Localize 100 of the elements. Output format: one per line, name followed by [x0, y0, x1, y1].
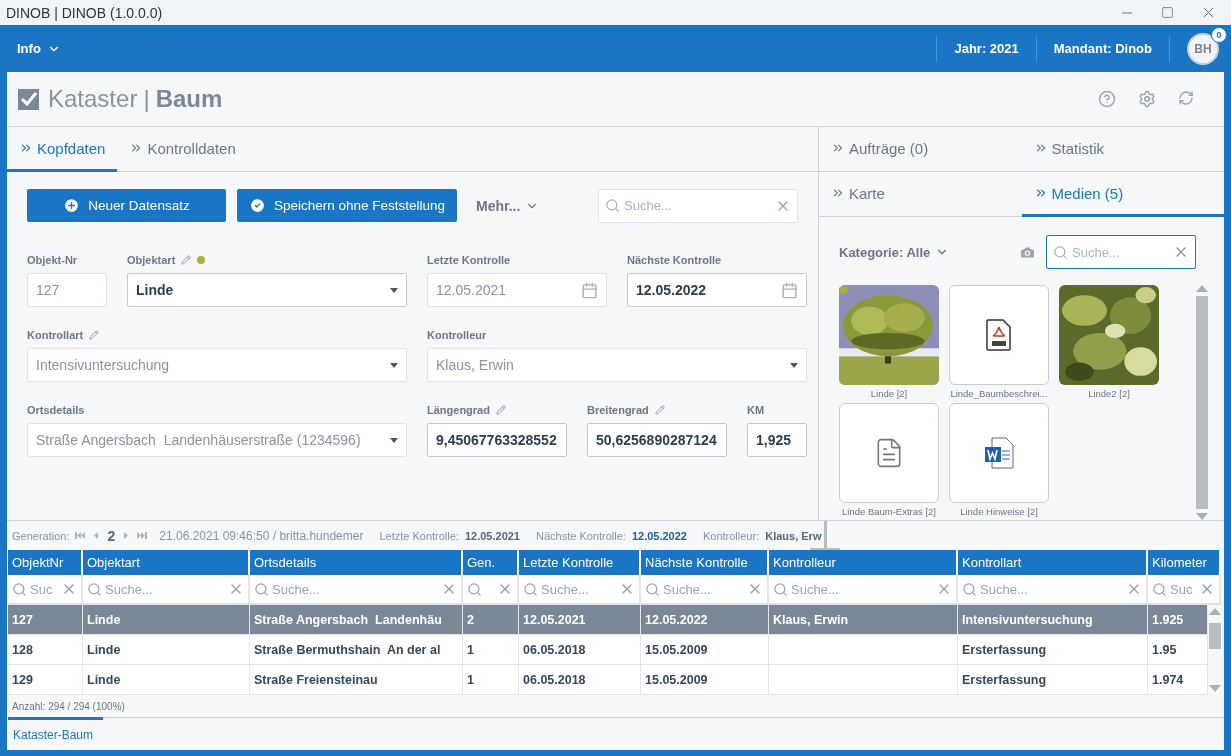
tab[interactable]: Medien (5): [1021, 172, 1224, 217]
table-cell: 06.05.2018: [519, 635, 641, 664]
table-cell: 1: [463, 665, 519, 694]
filter-field[interactable]: Suche...: [980, 578, 1123, 600]
media-search-field[interactable]: Suche...: [1046, 235, 1196, 269]
pencil-icon[interactable]: [495, 405, 506, 415]
media-tile[interactable]: [839, 403, 939, 503]
scroll-down-icon[interactable]: [1196, 513, 1208, 520]
filter-field[interactable]: Suche...: [105, 578, 225, 600]
info-menu[interactable]: Info: [17, 41, 61, 56]
filter-field[interactable]: Suche...: [519, 575, 641, 603]
search-icon: [254, 581, 269, 597]
checkbox-logo-icon: [17, 87, 40, 111]
search-icon: [87, 581, 102, 597]
filter-field[interactable]: Suc: [8, 575, 83, 603]
scrollbar-thumb[interactable]: [1196, 296, 1208, 509]
table-cell: 128: [8, 635, 83, 664]
filter-field[interactable]: Suche...: [272, 578, 438, 600]
table-cell: Intensivuntersuchung: [958, 605, 1148, 634]
search-field[interactable]: Suche...: [624, 193, 771, 218]
column-header[interactable]: Kilometer: [1148, 550, 1221, 575]
pencil-icon[interactable]: [181, 255, 192, 265]
info-label: Kontrolleur:: [702, 529, 760, 542]
filter-field[interactable]: Suche...: [541, 578, 616, 600]
filter-field[interactable]: Suche...: [641, 575, 769, 603]
media-label: Linde Baum-Extras [2]: [842, 506, 936, 517]
column-header[interactable]: Kontrolleur: [769, 550, 958, 575]
field-label: Kontrolleur: [427, 329, 487, 341]
bottom-tab[interactable]: Kataster-Baum: [8, 717, 103, 749]
tenant-label[interactable]: Mandant: Dinob: [1035, 35, 1169, 62]
tab[interactable]: Karte: [819, 172, 1022, 217]
scrollbar-thumb[interactable]: [1208, 623, 1221, 649]
table-cell: Straße Freiensteinau: [250, 665, 463, 694]
media-label: Linde_Baumbeschrei...: [950, 388, 1048, 399]
chevrons-right-icon: [831, 141, 845, 155]
tab[interactable]: Aufträge (0): [819, 127, 1022, 172]
maximize-icon[interactable]: [1161, 6, 1174, 19]
column-header[interactable]: Nächste Kontrolle: [641, 550, 769, 575]
column-header[interactable]: Letzte Kontrolle: [519, 550, 641, 575]
field-label: Letzte Kontrolle: [427, 254, 511, 266]
media-label: Linde Hinweise [2]: [960, 506, 1038, 517]
more-menu[interactable]: Mehr...: [470, 196, 546, 215]
scroll-up-icon[interactable]: [1208, 608, 1221, 615]
camera-icon[interactable]: [1019, 243, 1036, 261]
select-field[interactable]: Linde: [127, 273, 407, 307]
settings-icon[interactable]: [1138, 90, 1156, 108]
table-cell: Straße Angersbach Landenhäu: [250, 605, 463, 634]
table-cell: Ersterfassung: [958, 665, 1148, 694]
column-header[interactable]: Ortsdetails: [250, 550, 463, 575]
scroll-down-icon[interactable]: [1208, 685, 1221, 692]
filter-field[interactable]: Suche...: [769, 575, 958, 603]
tab[interactable]: Kopfdaten: [7, 127, 118, 172]
word-file-icon: [984, 437, 1014, 469]
table-cell: 1.95: [1148, 635, 1208, 664]
filter-field[interactable]: Suc: [1170, 578, 1196, 600]
field-label: Nächste Kontrolle: [627, 254, 722, 266]
help-icon[interactable]: [1098, 90, 1116, 108]
info-label: Letzte Kontrolle:: [379, 529, 459, 542]
column-header[interactable]: Objektart: [83, 550, 250, 575]
refresh-icon[interactable]: [1178, 90, 1194, 106]
save-button[interactable]: Speichern ohne Feststellung: [237, 189, 457, 222]
new-record-button[interactable]: Neuer Datensatz: [27, 189, 226, 222]
filter-field[interactable]: [463, 575, 519, 603]
calendar-icon[interactable]: [781, 281, 798, 299]
filter-field[interactable]: Suche...: [663, 578, 744, 600]
filter-field[interactable]: Suc: [30, 578, 58, 600]
input-field[interactable]: 1,925: [747, 423, 807, 457]
input-field[interactable]: 9,45067763328552: [427, 423, 567, 457]
date-field[interactable]: 12.05.2022: [627, 273, 807, 307]
tab[interactable]: Kontrolldaten: [117, 127, 248, 172]
table-row[interactable]: 128 Linde Straße Bermuthshain An der al 1 06.05.2018 15.05.2009 Ersterfassung 1.95: [8, 635, 1208, 665]
filter-field[interactable]: Suc: [1148, 575, 1221, 603]
year-label[interactable]: Jahr: 2021: [936, 35, 1036, 62]
media-tile[interactable]: [949, 285, 1049, 385]
info-value: 12.05.2021: [464, 529, 520, 542]
column-header[interactable]: Gen.: [463, 550, 519, 575]
field-label: Ortsdetails: [27, 404, 85, 416]
filter-field[interactable]: Suche...: [791, 578, 933, 600]
column-header[interactable]: Kontrollart: [958, 550, 1148, 575]
media-search-field[interactable]: Suche...: [1072, 240, 1169, 264]
tab[interactable]: Statistik: [1021, 127, 1224, 172]
media-label: Linde [2]: [870, 388, 908, 399]
caret-icon: [390, 437, 398, 443]
media-tile[interactable]: [949, 403, 1049, 503]
window-title: DINOB | DINOB (1.0.0.0): [6, 4, 163, 21]
last-page-icon[interactable]: [137, 531, 148, 540]
filter-field[interactable]: Suche...: [958, 575, 1148, 603]
first-page-icon[interactable]: [75, 531, 86, 540]
table-row[interactable]: 127 Linde Straße Angersbach Landenhäu 2 12.05.2021 12.05.2022 Klaus, Erwin Intensivuntersuchung 1.925: [8, 605, 1208, 635]
table-cell: Klaus, Erwin: [769, 605, 958, 634]
table-row[interactable]: 129 Linde Straße Freiensteinau 1 06.05.2018 15.05.2009 Ersterfassung 1.974: [8, 665, 1208, 695]
pencil-icon[interactable]: [654, 405, 665, 415]
filter-field[interactable]: Suche...: [83, 575, 250, 603]
category-dropdown[interactable]: Kategorie: Alle: [839, 244, 950, 260]
column-header[interactable]: ObjektNr: [8, 550, 83, 575]
input-field[interactable]: 50,6256890287124: [587, 423, 727, 457]
media-label: Linde2 [2]: [1088, 388, 1130, 399]
filter-field[interactable]: Suche...: [250, 575, 463, 603]
page-subtitle: Baum: [155, 85, 223, 113]
search-field[interactable]: Suche...: [598, 188, 798, 223]
